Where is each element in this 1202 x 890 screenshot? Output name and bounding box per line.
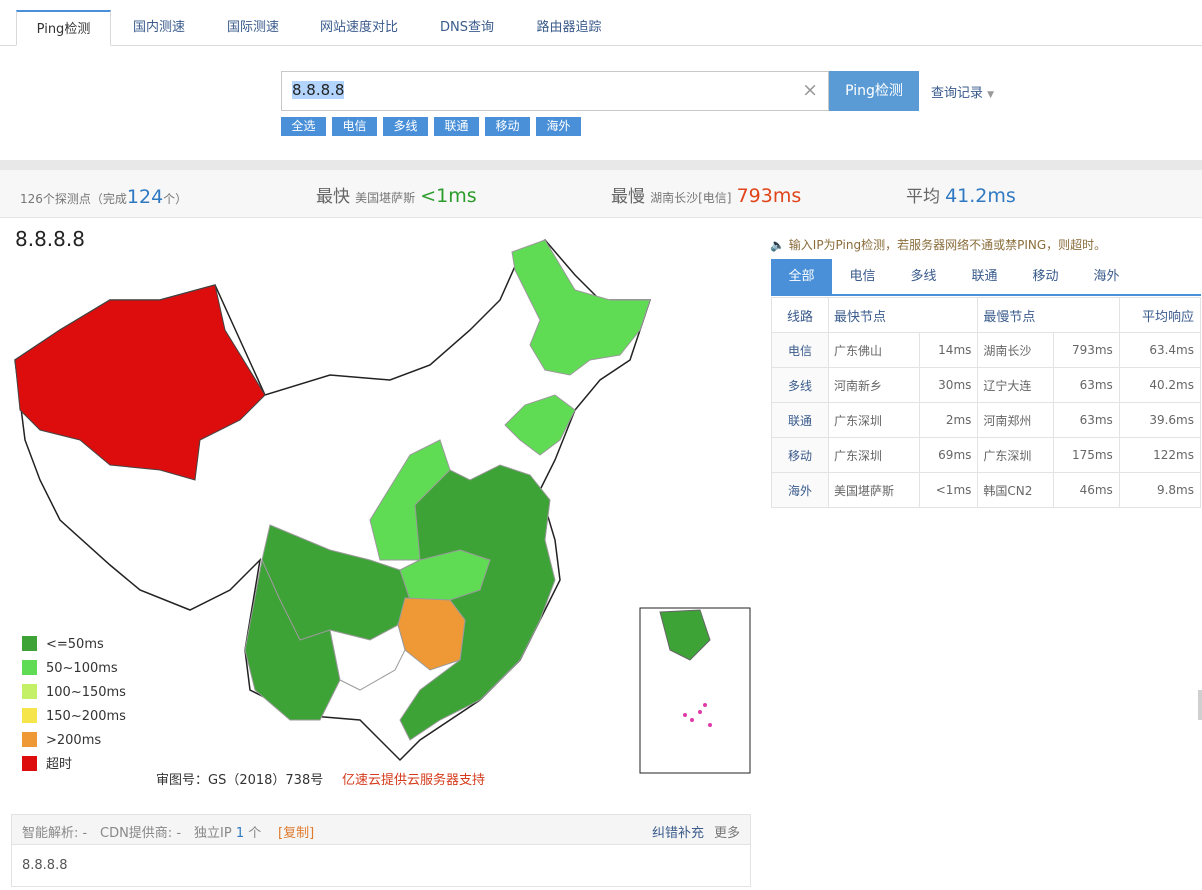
row-slow-node: 湖南长沙	[977, 332, 1055, 368]
ip-list: 8.8.8.8	[11, 845, 751, 887]
stats-bar: 126个探测点（完成124个） 最快 美国堪萨斯 <1ms 最慢 湖南长沙[电信…	[0, 170, 1202, 218]
result-tab-all[interactable]: 全部	[771, 259, 832, 295]
row-fast-ms: 30ms	[918, 367, 979, 403]
row-slow-node: 广东深圳	[977, 437, 1055, 473]
tab-ping[interactable]: Ping检测	[16, 10, 111, 46]
speaker-icon: 🔈	[770, 238, 785, 252]
row-slow-ms: 63ms	[1053, 402, 1120, 438]
row-fast-node: 广东深圳	[828, 437, 920, 473]
caret-down-icon: ▼	[987, 90, 995, 100]
row-fast-ms: 2ms	[918, 402, 979, 438]
ip-item: 8.8.8.8	[22, 858, 68, 873]
sponsor-link[interactable]: 亿速云提供云服务器支持	[342, 769, 485, 788]
history-dropdown[interactable]: 查询记录 ▼	[931, 82, 994, 101]
nodes-done: 124	[126, 186, 164, 208]
header-fastest: 最快节点	[827, 297, 979, 333]
close-icon[interactable]: ×	[802, 79, 818, 101]
info-bar: 智能解析: - CDN提供商: - 独立IP 1 个 [复制] 纠错补充 更多	[11, 814, 751, 845]
tab-traceroute[interactable]: 路由器追踪	[520, 10, 618, 46]
filter-all[interactable]: 全选	[281, 117, 326, 136]
row-average: 9.8ms	[1118, 472, 1202, 508]
map-approval-number: 审图号：GS（2018）738号	[156, 773, 324, 788]
results-table: 线路 最快节点 最慢节点 平均响应 电信 广东佛山 14ms 湖南长沙 793ms 63.…	[771, 297, 1202, 508]
row-average: 63.4ms	[1118, 332, 1202, 368]
legend-item: 100~150ms	[22, 684, 126, 708]
tab-international-speed[interactable]: 国际测速	[210, 10, 296, 46]
row-average: 40.2ms	[1118, 367, 1202, 403]
row-fast-node: 河南新乡	[828, 367, 920, 403]
table-row: 联通 广东深圳 2ms 河南郑州 63ms 39.6ms	[771, 402, 1202, 438]
header-average: 平均响应	[1118, 297, 1202, 333]
tab-dns[interactable]: DNS查询	[424, 10, 510, 46]
ping-button[interactable]: Ping检测	[829, 71, 919, 111]
result-tabs: 全部 电信 多线 联通 移动 海外	[771, 259, 1201, 296]
row-slow-ms: 46ms	[1053, 472, 1120, 508]
table-header-row: 线路 最快节点 最慢节点 平均响应	[771, 297, 1202, 333]
table-row: 海外 美国堪萨斯 <1ms 韩国CN2 46ms 9.8ms	[771, 472, 1202, 508]
report-link[interactable]: 纠错补充	[652, 822, 704, 841]
result-tab-mobile[interactable]: 移动	[1015, 259, 1076, 295]
legend-item: <=50ms	[22, 636, 126, 660]
filter-mobile[interactable]: 移动	[485, 117, 530, 136]
legend-item: 超时	[22, 756, 126, 780]
row-slow-node: 河南郑州	[977, 402, 1055, 438]
row-slow-ms: 175ms	[1053, 437, 1120, 473]
top-nav: Ping检测 国内测速 国际测速 网站速度对比 DNS查询 路由器追踪	[0, 0, 1202, 46]
tab-site-compare[interactable]: 网站速度对比	[304, 10, 414, 46]
result-tab-telecom[interactable]: 电信	[832, 259, 893, 295]
tab-domestic-speed[interactable]: 国内测速	[116, 10, 202, 46]
cdn-provider: CDN提供商: -	[100, 826, 182, 841]
row-line[interactable]: 联通	[771, 402, 829, 438]
row-fast-ms: <1ms	[918, 472, 979, 508]
result-tab-unicom[interactable]: 联通	[954, 259, 1015, 295]
map-legend: <=50ms 50~100ms 100~150ms 150~200ms >200…	[22, 636, 126, 780]
row-slow-node: 韩国CN2	[977, 472, 1055, 508]
row-fast-ms: 69ms	[918, 437, 979, 473]
table-row: 多线 河南新乡 30ms 辽宁大连 63ms 40.2ms	[771, 367, 1202, 403]
row-average: 39.6ms	[1118, 402, 1202, 438]
row-average: 122ms	[1118, 437, 1202, 473]
row-slow-ms: 63ms	[1053, 367, 1120, 403]
filter-unicom[interactable]: 联通	[434, 117, 479, 136]
south-china-sea-inset	[639, 607, 751, 774]
row-line[interactable]: 海外	[771, 472, 829, 508]
table-row: 移动 广东深圳 69ms 广东深圳 175ms 122ms	[771, 437, 1202, 473]
header-line: 线路	[771, 297, 829, 333]
smart-resolve: 智能解析: -	[22, 826, 88, 841]
history-label: 查询记录	[931, 86, 984, 101]
search-input[interactable]: 8.8.8.8 ×	[281, 71, 829, 111]
table-row: 电信 广东佛山 14ms 湖南长沙 793ms 63.4ms	[771, 332, 1202, 368]
row-fast-node: 广东深圳	[828, 402, 920, 438]
stat-average: 平均 41.2ms	[906, 185, 1016, 207]
stat-slowest: 最慢 湖南长沙[电信] 793ms	[611, 185, 802, 207]
header-slowest: 最慢节点	[977, 297, 1120, 333]
row-fast-node: 广东佛山	[828, 332, 920, 368]
row-line[interactable]: 移动	[771, 437, 829, 473]
more-link[interactable]: 更多	[714, 822, 740, 841]
row-slow-ms: 793ms	[1053, 332, 1120, 368]
legend-item: 50~100ms	[22, 660, 126, 684]
stat-fastest: 最快 美国堪萨斯 <1ms	[316, 185, 477, 207]
row-slow-node: 辽宁大连	[977, 367, 1055, 403]
divider	[0, 160, 1202, 170]
ip-count: 独立IP 1 个	[194, 826, 262, 841]
row-fast-ms: 14ms	[918, 332, 979, 368]
filter-overseas[interactable]: 海外	[536, 117, 581, 136]
notice: 🔈 输入IP为Ping检测，若服务器网络不通或禁PING，则超时。	[770, 238, 1107, 252]
stat-nodes: 126个探测点（完成124个）	[20, 186, 188, 208]
filter-multiline[interactable]: 多线	[383, 117, 428, 136]
result-tab-multiline[interactable]: 多线	[893, 259, 954, 295]
row-line[interactable]: 多线	[771, 367, 829, 403]
scrollbar[interactable]	[1198, 690, 1202, 720]
legend-item: >200ms	[22, 732, 126, 756]
row-line[interactable]: 电信	[771, 332, 829, 368]
search-value: 8.8.8.8	[292, 81, 345, 99]
copy-button[interactable]: [复制]	[278, 822, 314, 841]
legend-item: 150~200ms	[22, 708, 126, 732]
result-tab-overseas[interactable]: 海外	[1076, 259, 1137, 295]
filter-telecom[interactable]: 电信	[332, 117, 377, 136]
row-fast-node: 美国堪萨斯	[828, 472, 920, 508]
